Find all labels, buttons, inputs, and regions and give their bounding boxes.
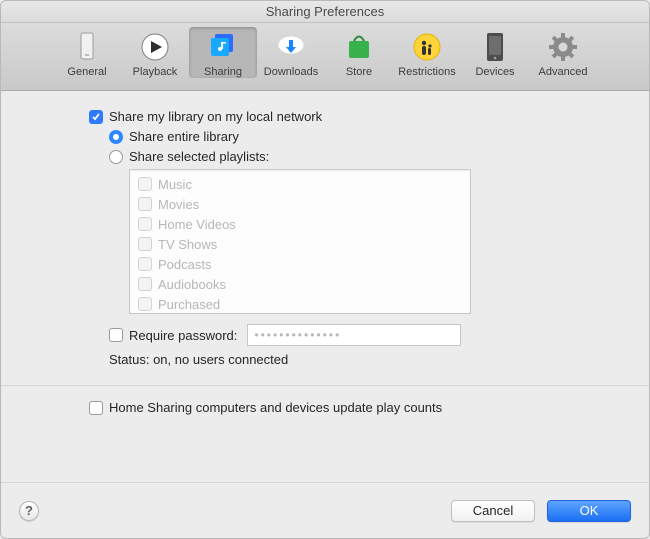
playlist-checkbox (138, 277, 152, 291)
radio-selected-row: Share selected playlists: (29, 149, 621, 164)
download-icon (274, 30, 308, 64)
preferences-window: Sharing Preferences General Playback (0, 0, 650, 539)
general-icon (70, 30, 104, 64)
cancel-button[interactable]: Cancel (451, 500, 535, 522)
radio-entire-label: Share entire library (129, 129, 239, 144)
toolbar-label: Devices (475, 66, 514, 78)
playlist-label: Home Videos (158, 217, 236, 232)
playlist-item: Purchased (138, 294, 462, 314)
toolbar-label: Downloads (264, 66, 318, 78)
playlist-list: Music Movies Home Videos TV Shows Podcas… (129, 169, 471, 314)
toolbar-item-restrictions[interactable]: Restrictions (393, 27, 461, 78)
toolbar-label: Advanced (539, 66, 588, 78)
toolbar-item-general[interactable]: General (53, 27, 121, 78)
radio-selected-label: Share selected playlists: (129, 149, 269, 164)
home-sharing-label: Home Sharing computers and devices updat… (109, 400, 442, 415)
toolbar-item-store[interactable]: Store (325, 27, 393, 78)
playlist-item: Music (138, 174, 462, 194)
toolbar-item-playback[interactable]: Playback (121, 27, 189, 78)
playlist-item: Home Videos (138, 214, 462, 234)
toolbar-item-devices[interactable]: Devices (461, 27, 529, 78)
require-password-label: Require password: (129, 328, 237, 343)
share-library-row: Share my library on my local network (29, 109, 621, 124)
window-title: Sharing Preferences (1, 1, 649, 23)
playlist-label: Music (158, 177, 192, 192)
share-library-checkbox[interactable] (89, 110, 103, 124)
sharing-icon (206, 30, 240, 64)
playlist-checkbox (138, 257, 152, 271)
playlist-checkbox (138, 177, 152, 191)
section-divider (1, 385, 649, 386)
toolbar-label: Store (346, 66, 372, 78)
ok-button[interactable]: OK (547, 500, 631, 522)
playlist-checkbox (138, 217, 152, 231)
toolbar-label: Restrictions (398, 66, 455, 78)
store-icon (342, 30, 376, 64)
playlist-label: Podcasts (158, 257, 211, 272)
home-sharing-row: Home Sharing computers and devices updat… (29, 400, 621, 415)
playlist-item: Movies (138, 194, 462, 214)
playlist-label: Purchased (158, 297, 220, 312)
radio-selected-playlists[interactable] (109, 150, 123, 164)
gear-icon (546, 30, 580, 64)
playlist-item: Audiobooks (138, 274, 462, 294)
toolbar-label: Sharing (204, 66, 242, 78)
password-input[interactable] (247, 324, 461, 346)
play-icon (138, 30, 172, 64)
playlist-label: Movies (158, 197, 199, 212)
content-pane: Share my library on my local network Sha… (1, 91, 649, 482)
playlist-label: TV Shows (158, 237, 217, 252)
playlist-checkbox (138, 197, 152, 211)
toolbar-label: General (67, 66, 106, 78)
playlist-label: Audiobooks (158, 277, 226, 292)
radio-entire[interactable] (109, 130, 123, 144)
playlist-checkbox (138, 297, 152, 311)
restrictions-icon (410, 30, 444, 64)
share-library-label: Share my library on my local network (109, 109, 322, 124)
radio-entire-row: Share entire library (29, 129, 621, 144)
toolbar-item-sharing[interactable]: Sharing (189, 27, 257, 78)
playlist-item: TV Shows (138, 234, 462, 254)
require-password-row: Require password: (29, 324, 621, 346)
toolbar-item-advanced[interactable]: Advanced (529, 27, 597, 78)
toolbar-item-downloads[interactable]: Downloads (257, 27, 325, 78)
require-password-checkbox[interactable] (109, 328, 123, 342)
toolbar: General Playback Sharing Downloads (1, 23, 649, 91)
footer: ? Cancel OK (1, 482, 649, 538)
home-sharing-checkbox[interactable] (89, 401, 103, 415)
devices-icon (478, 30, 512, 64)
help-button[interactable]: ? (19, 501, 39, 521)
playlist-checkbox (138, 237, 152, 251)
status-text: Status: on, no users connected (29, 352, 621, 367)
toolbar-label: Playback (133, 66, 178, 78)
playlist-item: Podcasts (138, 254, 462, 274)
